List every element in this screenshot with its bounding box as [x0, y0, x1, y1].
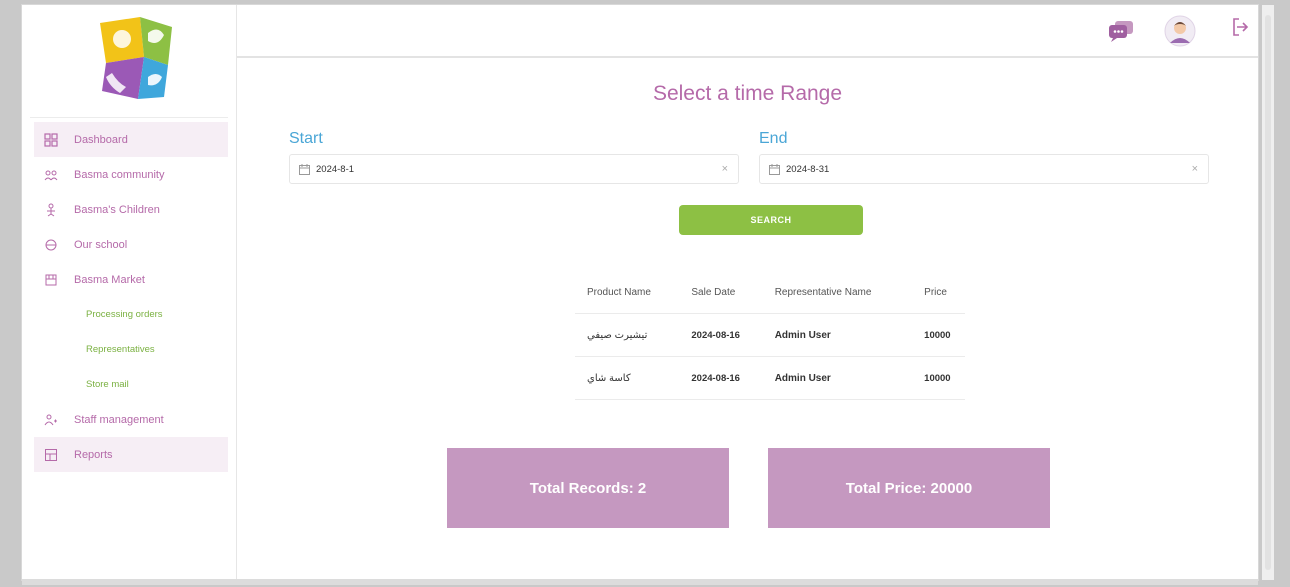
school-icon	[34, 238, 68, 252]
basma-logo	[88, 13, 178, 103]
total-records-card: Total Records: 2	[447, 448, 729, 528]
cell-representative: Admin User	[762, 356, 913, 400]
logout-icon[interactable]	[1231, 17, 1249, 42]
column-header: Price	[912, 271, 965, 314]
sidebar-item-dashboard[interactable]: Dashboard	[34, 122, 228, 157]
cell-price: 10000	[912, 313, 965, 357]
end-date-picker[interactable]: 2024-8-31 ×	[759, 154, 1209, 184]
staff-icon	[34, 413, 68, 427]
table-row: تيشيرت صيفي 2024-08-16 Admin User 10000	[575, 313, 965, 357]
column-header: Product Name	[575, 271, 680, 314]
sidebar-item-staff-management[interactable]: Staff management	[34, 402, 228, 437]
sidebar-item-basmas-children[interactable]: Basma's Children	[34, 192, 228, 227]
market-icon	[34, 273, 68, 287]
avatar-icon[interactable]	[1164, 15, 1196, 52]
children-icon	[34, 203, 68, 217]
chat-icon[interactable]	[1107, 19, 1135, 48]
end-label: End	[759, 130, 788, 147]
end-date-value: 2024-8-31	[786, 163, 830, 175]
sidebar-item-label: Dashboard	[74, 133, 128, 146]
sidebar-item-label: Basma Market	[74, 273, 145, 286]
sidebar-subitem-store-mail[interactable]: Store mail	[34, 367, 228, 402]
sidebar-item-basma-market[interactable]: Basma Market	[34, 262, 228, 297]
sidebar: Dashboard Basma community Basma's Childr…	[22, 5, 237, 580]
sidebar-divider	[30, 117, 228, 118]
sidebar-nav: Dashboard Basma community Basma's Childr…	[34, 122, 228, 472]
cell-sale-date: 2024-08-16	[679, 313, 763, 357]
start-label: Start	[289, 130, 323, 147]
sidebar-item-label: Basma's Children	[74, 203, 160, 216]
top-header	[237, 5, 1258, 58]
sidebar-item-basma-community[interactable]: Basma community	[34, 157, 228, 192]
sales-report-table: Product Name Sale Date Representative Na…	[575, 271, 965, 400]
table-header-row: Product Name Sale Date Representative Na…	[575, 271, 965, 314]
sidebar-subitem-processing-orders[interactable]: Processing orders	[34, 297, 228, 332]
column-header: Representative Name	[762, 271, 913, 314]
cell-product-name: تيشيرت صيفي	[575, 313, 680, 357]
cell-sale-date: 2024-08-16	[679, 356, 763, 400]
clear-end-icon[interactable]: ×	[1192, 163, 1198, 175]
grid-icon	[34, 132, 68, 147]
start-date-value: 2024-8-1	[316, 163, 355, 175]
app-window: Dashboard Basma community Basma's Childr…	[22, 5, 1258, 580]
column-header: Sale Date	[679, 271, 763, 314]
cell-price: 10000	[912, 356, 965, 400]
cell-representative: Admin User	[762, 313, 913, 357]
search-button[interactable]: SEARCH	[679, 205, 863, 235]
clear-start-icon[interactable]: ×	[722, 163, 728, 175]
page-title: Select a time Range	[652, 82, 843, 105]
sidebar-item-label: Reports	[74, 448, 113, 461]
vertical-scrollbar[interactable]	[1262, 5, 1274, 580]
calendar-icon	[769, 163, 780, 175]
cell-product-name: كاسة شاي	[575, 356, 680, 400]
community-icon	[34, 168, 68, 182]
scrollbar-thumb[interactable]	[1265, 15, 1271, 570]
sidebar-item-label: Basma community	[74, 168, 165, 181]
horizontal-scrollbar[interactable]	[22, 579, 1258, 585]
table-row: كاسة شاي 2024-08-16 Admin User 10000	[575, 356, 965, 400]
sidebar-item-reports[interactable]: Reports	[34, 437, 228, 472]
sidebar-item-our-school[interactable]: Our school	[34, 227, 228, 262]
sidebar-subitem-representatives[interactable]: Representatives	[34, 332, 228, 367]
calendar-icon	[299, 163, 310, 175]
reports-icon	[34, 448, 68, 462]
start-date-picker[interactable]: 2024-8-1 ×	[289, 154, 739, 184]
reports-main: Select a time Range Start End 2024-8-1 ×…	[237, 58, 1258, 580]
total-price-card: Total Price: 20000	[768, 448, 1050, 528]
sidebar-item-label: Our school	[74, 238, 128, 251]
sidebar-item-label: Staff management	[74, 413, 164, 426]
